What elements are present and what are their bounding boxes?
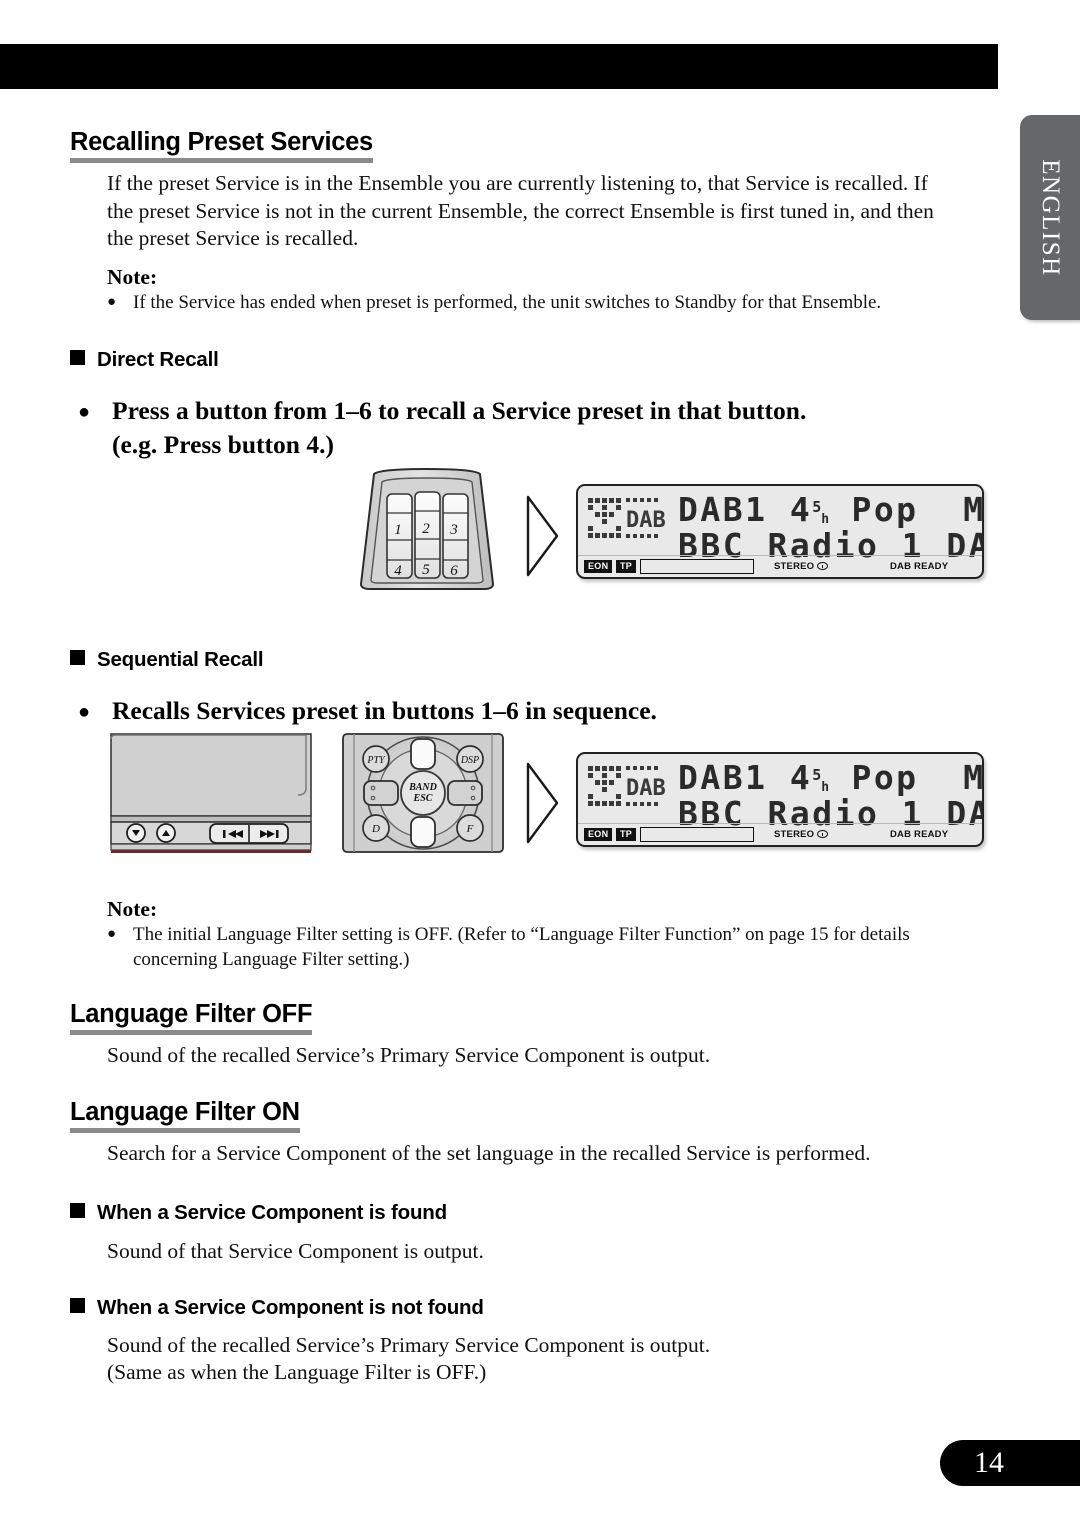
subheading-direct-recall: Direct Recall [70,348,219,372]
stereo-indicator: STEREO [774,829,829,840]
page-number-badge: 14 [940,1440,1080,1486]
lcd-status-bar-1: EON TP STEREO DAB READY [578,555,982,577]
language-tab-english: ENGLISH [1020,115,1080,320]
subheading-sequential-recall-label: Sequential Recall [97,648,264,671]
lcd-line1-suffix: Pop Mus [851,490,984,529]
lcd-status-bar-2: EON TP STEREO DAB READY [578,823,982,845]
remote-control-illustration: BAND ESC PTY DSP D F [342,733,504,853]
cd-icon [817,562,829,570]
page-number-label: 14 [974,1446,1004,1479]
dab-ready-indicator: DAB READY [890,561,949,572]
lcd-line1-superscript: 5 [812,498,822,516]
remote-f-label: F [466,823,474,835]
signal-bar-slot [640,559,754,574]
remote-band-label: BAND [408,782,437,793]
preset-keypad-svg: 1 2 3 4 5 6 [359,467,495,590]
paragraph-component-not-found-line2: (Same as when the Language Filter is OFF… [107,1360,487,1384]
instruction-direct-recall: ● Press a button from 1–6 to recall a Se… [78,394,958,462]
cd-icon [817,830,829,838]
instruction-direct-recall-line1: Press a button from 1–6 to recall a Serv… [112,396,807,425]
flow-arrow-icon-1 [524,495,560,582]
tp-indicator: TP [616,828,637,841]
note-label-2: Note: [107,897,158,921]
note-item-2: ● The initial Language Filter setting is… [107,922,957,972]
paragraph-recalling-preset-services: If the preset Service is in the Ensemble… [107,171,934,250]
lcd-line1-prefix: DAB1 4 [678,490,813,529]
preset-button-4-label: 4 [394,563,402,579]
subheading-component-not-found-label: When a Service Component is not found [97,1296,484,1319]
note-item-1-text: If the Service has ended when preset is … [133,292,882,313]
preset-button-5-label: 5 [422,562,430,578]
remote-right-button [447,780,483,806]
lcd-2-line1-suffix: Pop Mus [851,758,984,797]
square-bullet-icon [70,650,85,665]
preset-button-2-label: 2 [422,521,430,537]
subheading-component-found-label: When a Service Component is found [97,1201,447,1224]
svg-text:DAB: DAB [626,776,666,801]
lcd-2-line1-subscript: h [821,780,830,795]
lcd-display-2: DAB DAB1 45h Pop Mus BBC Radio 1 DAB EON… [576,752,984,847]
subheading-sequential-recall: Sequential Recall [70,648,264,672]
dab-ready-indicator: DAB READY [890,829,949,840]
flow-arrow-icon-2 [524,762,560,849]
signal-bar-slot [640,827,754,842]
square-bullet-icon [70,1203,85,1218]
language-tab-label: ENGLISH [1037,158,1064,277]
dab-logo-icon-1: DAB [588,498,666,538]
paragraph-language-filter-on: Search for a Service Component of the se… [107,1141,871,1165]
lcd-2-line1-superscript: 5 [812,766,822,784]
subheading-component-not-found: When a Service Component is not found [70,1296,484,1320]
dab-logo-icon-2: DAB [588,766,666,806]
subheading-component-found: When a Service Component is found [70,1201,447,1225]
preset-button-3-label: 3 [449,522,458,538]
note-item-2-text: The initial Language Filter setting is O… [133,924,910,970]
lcd-display-1: DAB DAB1 45h Pop Mus BBC Radio 1 DAB EON… [576,484,984,579]
stereo-indicator: STEREO [774,561,829,572]
note-label-1: Note: [107,265,158,289]
paragraph-component-found: Sound of that Service Component is outpu… [107,1239,484,1263]
instruction-sequential-recall-text: Recalls Services preset in buttons 1–6 i… [112,696,657,725]
subheading-direct-recall-label: Direct Recall [97,348,219,371]
eon-indicator: EON [584,560,613,573]
bullet-dot: ● [107,926,117,942]
eon-indicator: EON [584,828,613,841]
bullet-dot: ● [107,294,117,310]
bullet-dot: ● [78,401,91,423]
lcd-2-line1-prefix: DAB1 4 [678,758,813,797]
lcd-line1-subscript: h [821,512,830,527]
paragraph-language-filter-off: Sound of the recalled Service’s Primary … [107,1043,711,1067]
remote-d-label: D [371,823,380,835]
head-unit-faceplate-illustration [110,733,315,853]
paragraph-component-not-found-line1: Sound of the recalled Service’s Primary … [107,1333,711,1357]
instruction-direct-recall-line2: (e.g. Press button 4.) [112,430,334,459]
tp-indicator: TP [616,560,637,573]
remote-esc-label: ESC [413,793,433,804]
lcd-2-line-1: DAB1 45h Pop Mus [678,758,984,797]
square-bullet-icon [70,1298,85,1313]
instruction-sequential-recall: ● Recalls Services preset in buttons 1–6… [78,694,958,728]
preset-keypad-illustration: 1 2 3 4 5 6 [352,467,502,590]
remote-down-button [410,816,436,848]
remote-pty-label: PTY [366,755,386,766]
note-item-1: ● If the Service has ended when preset i… [107,290,957,315]
remote-left-button [363,780,399,806]
preset-button-6-label: 6 [450,563,458,579]
remote-svg: BAND ESC PTY DSP D F [342,733,504,853]
faceplate-svg [110,733,312,853]
svg-text:DAB: DAB [626,508,666,533]
heading-recalling-preset-services: Recalling Preset Services [70,128,373,163]
remote-dsp-label: DSP [460,755,479,766]
square-bullet-icon [70,350,85,365]
heading-language-filter-on: Language Filter ON [70,1098,300,1133]
page-content: Recalling Preset Services If the preset … [0,0,1000,1533]
remote-up-button [410,738,436,770]
preset-button-1-label: 1 [394,522,402,538]
heading-language-filter-off: Language Filter OFF [70,1000,313,1035]
bullet-dot: ● [78,701,91,723]
lcd-line-1: DAB1 45h Pop Mus [678,490,984,529]
